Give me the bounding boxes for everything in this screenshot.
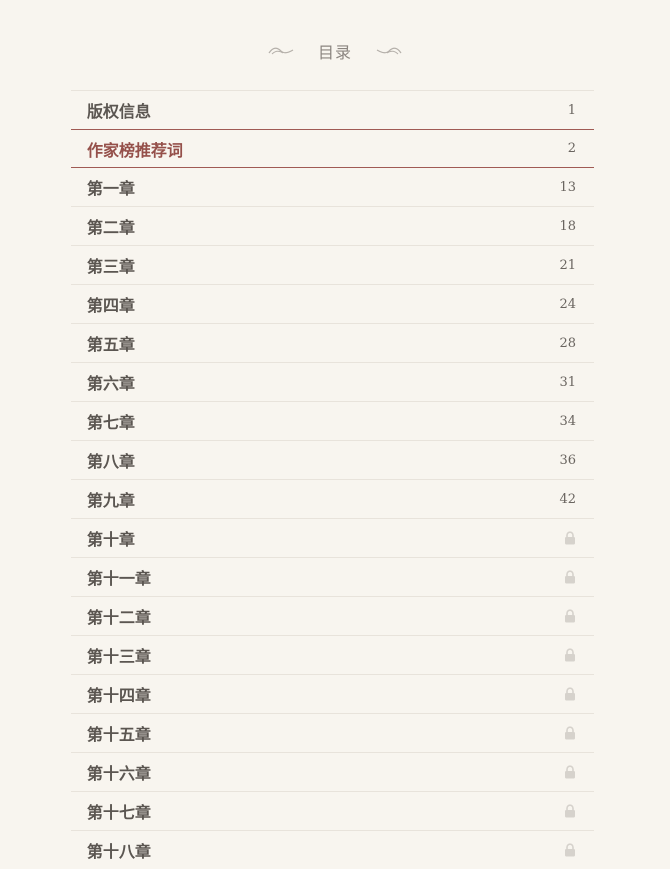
lock-icon bbox=[564, 804, 576, 818]
chapter-label: 第六章 bbox=[87, 374, 136, 393]
toc-item[interactable]: 第十二章 bbox=[71, 596, 594, 635]
toc-item[interactable]: 作家榜推荐词 2 bbox=[71, 129, 594, 168]
page-number: 1 bbox=[567, 102, 576, 118]
left-flourish-icon bbox=[268, 45, 294, 57]
toc-item[interactable]: 第十三章 bbox=[71, 635, 594, 674]
chapter-label: 作家榜推荐词 bbox=[87, 140, 184, 160]
page-number: 24 bbox=[559, 296, 576, 312]
chapter-label: 第十六章 bbox=[87, 764, 152, 783]
page-number: 21 bbox=[559, 257, 576, 273]
toc-item[interactable]: 第五章 28 bbox=[71, 323, 594, 362]
right-flourish-icon bbox=[376, 45, 402, 57]
chapter-label: 第十二章 bbox=[87, 608, 152, 627]
page-number: 31 bbox=[559, 374, 576, 390]
lock-icon bbox=[564, 531, 576, 545]
toc-item[interactable]: 第十四章 bbox=[71, 674, 594, 713]
chapter-label: 第五章 bbox=[87, 335, 136, 354]
chapter-label: 第三章 bbox=[87, 257, 136, 276]
lock-icon bbox=[564, 843, 576, 857]
lock-icon bbox=[564, 648, 576, 662]
chapter-label: 第十三章 bbox=[87, 647, 152, 666]
chapter-label: 第四章 bbox=[87, 296, 136, 315]
page-number: 36 bbox=[559, 452, 576, 468]
toc-item[interactable]: 第八章 36 bbox=[71, 440, 594, 479]
toc-item[interactable]: 第十七章 bbox=[71, 791, 594, 830]
toc-item[interactable]: 第十章 bbox=[71, 518, 594, 557]
toc-list: 版权信息 1 作家榜推荐词 2 第一章 13 第二章 18 第三章 21 第四章 24 第五章 28 第六章… bbox=[71, 90, 594, 869]
chapter-label: 第十八章 bbox=[87, 842, 152, 861]
lock-icon bbox=[564, 570, 576, 584]
lock-icon bbox=[564, 687, 576, 701]
toc-item[interactable]: 第二章 18 bbox=[71, 206, 594, 245]
page-number: 2 bbox=[567, 141, 576, 156]
toc-item[interactable]: 第六章 31 bbox=[71, 362, 594, 401]
toc-item[interactable]: 第四章 24 bbox=[71, 284, 594, 323]
chapter-label: 第八章 bbox=[87, 452, 136, 471]
page-number: 42 bbox=[559, 491, 576, 507]
chapter-label: 版权信息 bbox=[87, 102, 152, 121]
toc-item[interactable]: 第七章 34 bbox=[71, 401, 594, 440]
lock-icon bbox=[564, 765, 576, 779]
chapter-label: 第十五章 bbox=[87, 725, 152, 744]
page-number: 13 bbox=[559, 179, 576, 195]
chapter-label: 第十四章 bbox=[87, 686, 152, 705]
lock-icon bbox=[564, 609, 576, 623]
toc-item[interactable]: 第十五章 bbox=[71, 713, 594, 752]
page-title: 目录 bbox=[317, 43, 352, 62]
toc-item[interactable]: 第三章 21 bbox=[71, 245, 594, 284]
toc-item[interactable]: 版权信息 1 bbox=[71, 90, 594, 129]
toc-item[interactable]: 第十六章 bbox=[71, 752, 594, 791]
page-number: 18 bbox=[559, 218, 576, 234]
toc-header: 目录 bbox=[0, 37, 670, 65]
page-number: 34 bbox=[559, 413, 576, 429]
toc-item[interactable]: 第十一章 bbox=[71, 557, 594, 596]
chapter-label: 第十章 bbox=[87, 530, 136, 549]
chapter-label: 第七章 bbox=[87, 413, 136, 432]
chapter-label: 第十七章 bbox=[87, 803, 152, 822]
chapter-label: 第九章 bbox=[87, 491, 136, 510]
chapter-label: 第十一章 bbox=[87, 569, 152, 588]
chapter-label: 第一章 bbox=[87, 179, 136, 198]
page-number: 28 bbox=[559, 335, 576, 351]
lock-icon bbox=[564, 726, 576, 740]
toc-item[interactable]: 第十八章 bbox=[71, 830, 594, 869]
chapter-label: 第二章 bbox=[87, 218, 136, 237]
toc-item[interactable]: 第一章 13 bbox=[71, 168, 594, 206]
toc-item[interactable]: 第九章 42 bbox=[71, 479, 594, 518]
